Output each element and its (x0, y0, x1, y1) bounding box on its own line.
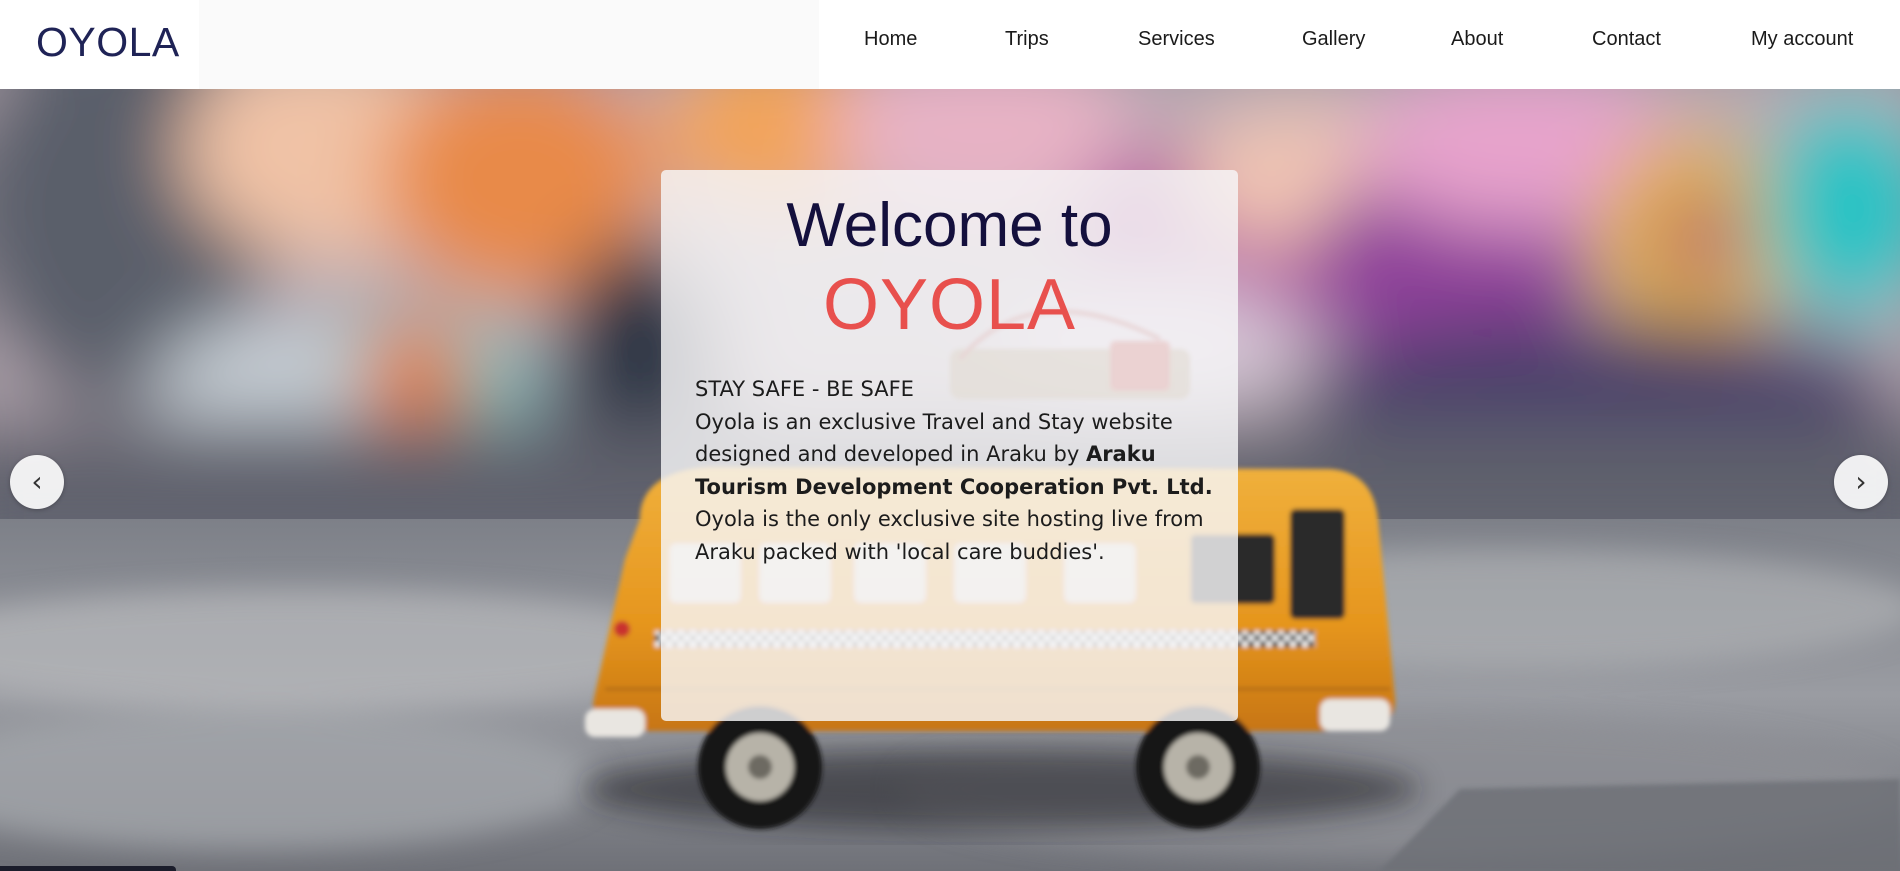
header-spacer (199, 0, 819, 89)
carousel-next-button[interactable]: › (1834, 455, 1888, 509)
chevron-left-icon: ‹ (31, 465, 43, 498)
nav-gallery[interactable]: Gallery (1302, 26, 1365, 52)
welcome-brand-name: OYOLA (822, 265, 1077, 345)
welcome-text-outro: Oyola is the only exclusive site hosting… (695, 507, 1204, 564)
nav-about[interactable]: About (1451, 26, 1503, 52)
nav-services[interactable]: Services (1138, 26, 1215, 52)
welcome-description: STAY SAFE - BE SAFE Oyola is an exclusiv… (695, 373, 1220, 568)
chevron-right-icon: › (1855, 465, 1867, 498)
welcome-heading: Welcome to (786, 191, 1113, 260)
welcome-card: Welcome to OYOLA STAY SAFE - BE SAFE Oyo… (661, 170, 1238, 721)
nav-my-account[interactable]: My account (1751, 26, 1853, 52)
nav-home[interactable]: Home (864, 26, 917, 52)
welcome-tagline: STAY SAFE - BE SAFE (695, 377, 914, 401)
carousel-prev-button[interactable]: ‹ (10, 455, 64, 509)
site-logo[interactable]: OYOLA (36, 18, 180, 66)
nav-contact[interactable]: Contact (1592, 26, 1661, 52)
nav-trips[interactable]: Trips (1005, 26, 1049, 52)
site-header: OYOLA Home Trips Services Gallery About … (0, 0, 1900, 89)
bottom-corner-bar (0, 866, 176, 871)
hero-carousel: Welcome to OYOLA STAY SAFE - BE SAFE Oyo… (0, 89, 1900, 871)
